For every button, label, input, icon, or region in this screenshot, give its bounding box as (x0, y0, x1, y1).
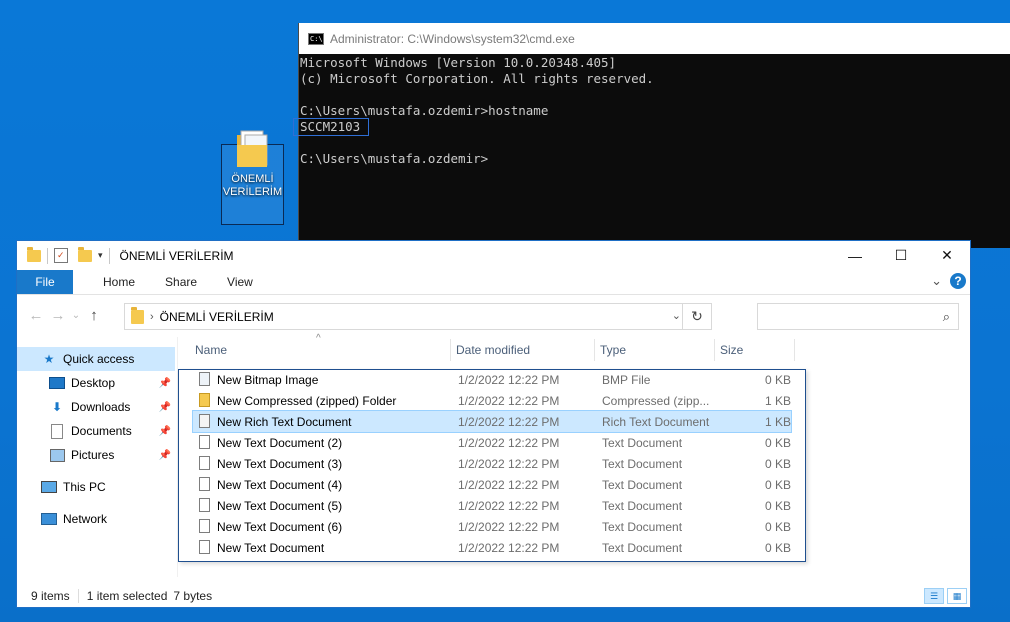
window-title: ÖNEMLİ VERİLERİM (119, 248, 234, 263)
file-row[interactable]: New Bitmap Image 1/2/2022 12:22 PM BMP F… (193, 369, 791, 390)
minimize-button[interactable]: — (832, 241, 878, 270)
status-selection: 1 item selected (86, 589, 168, 603)
console-output-hostname: SCCM2103 (292, 118, 370, 136)
tab-home[interactable]: Home (103, 275, 135, 289)
recent-locations-button[interactable]: ⌄ (69, 310, 83, 321)
file-list: ^ Name Date modified Type Size New Bitma… (177, 333, 971, 577)
status-item-count: 9 items (31, 589, 70, 603)
ribbon-tabs: File Home Share View ⌄ ? (17, 270, 970, 295)
pin-icon: 📌 (158, 401, 171, 413)
cmd-title: Administrator: C:\Windows\system32\cmd.e… (330, 31, 575, 46)
star-icon: ★ (43, 352, 55, 366)
address-row: ← → ⌄ ↑ › ÖNEMLİ VERİLERİM ⌄ ↻ ⌕ (17, 295, 970, 335)
file-rows-container: New Bitmap Image 1/2/2022 12:22 PM BMP F… (178, 369, 806, 562)
explorer-window[interactable]: ✓ ▾ ÖNEMLİ VERİLERİM — ☐ ✕ File Home Sha… (16, 240, 971, 608)
network-icon (41, 512, 57, 526)
folder-icon (131, 306, 144, 324)
pc-icon (41, 480, 57, 494)
documents-icon (49, 423, 65, 439)
search-input[interactable]: ⌕ (757, 303, 959, 330)
file-row[interactable]: New Text Document (6) 1/2/2022 12:22 PM … (193, 516, 791, 537)
desktop-folder-label: ÖNEMLİ VERİLERİM (222, 173, 283, 198)
file-row[interactable]: New Text Document 1/2/2022 12:22 PM Text… (193, 537, 791, 558)
rich-text-file-icon (199, 414, 210, 428)
text-file-icon (199, 456, 210, 470)
column-name[interactable]: Name (195, 343, 227, 357)
new-folder-icon[interactable] (78, 246, 92, 262)
tab-share[interactable]: Share (165, 275, 197, 289)
refresh-button[interactable]: ↻ (682, 304, 711, 329)
cmd-titlebar[interactable]: C:\ Administrator: C:\Windows\system32\c… (299, 23, 1010, 54)
text-file-icon (199, 435, 210, 449)
console-line: Microsoft Windows [Version 10.0.20348.40… (300, 55, 617, 70)
back-button[interactable]: ← (25, 307, 47, 324)
bitmap-file-icon (199, 372, 210, 386)
navigation-pane: ★ Quick access Desktop 📌 ⬇ Downloads 📌 D… (17, 347, 175, 577)
address-dropdown-icon[interactable]: ⌄ (672, 309, 681, 322)
cmd-icon: C:\ (308, 32, 324, 45)
maximize-button[interactable]: ☐ (878, 241, 924, 270)
sidebar-item-downloads[interactable]: ⬇ Downloads 📌 (17, 395, 175, 419)
status-bar: 9 items 1 item selected 7 bytes ☰ ▦ (17, 585, 970, 607)
tab-file[interactable]: File (17, 270, 73, 294)
file-row[interactable]: New Compressed (zipped) Folder 1/2/2022 … (193, 390, 791, 411)
sidebar-item-desktop[interactable]: Desktop 📌 (17, 371, 175, 395)
large-icons-view-button[interactable]: ▦ (947, 588, 967, 604)
address-bar[interactable]: › ÖNEMLİ VERİLERİM ⌄ ↻ (124, 303, 712, 330)
sidebar-item-pictures[interactable]: Pictures 📌 (17, 443, 175, 467)
sidebar-item-this-pc[interactable]: This PC (17, 475, 175, 499)
sort-ascending-icon: ^ (316, 333, 321, 344)
text-file-icon (199, 498, 210, 512)
column-size[interactable]: Size (720, 343, 743, 357)
pin-icon: 📌 (158, 425, 171, 437)
zip-folder-icon (199, 393, 210, 407)
column-headers: ^ Name Date modified Type Size (178, 333, 971, 362)
text-file-icon (199, 519, 210, 533)
file-row[interactable]: New Text Document (2) 1/2/2022 12:22 PM … (193, 432, 791, 453)
sidebar-item-quick-access[interactable]: ★ Quick access (17, 347, 175, 371)
console-prompt: C:\Users\mustafa.ozdemir> (300, 151, 489, 166)
search-icon: ⌕ (942, 309, 950, 324)
breadcrumb-chevron[interactable]: › (150, 311, 154, 323)
text-file-icon (199, 477, 210, 491)
qat-dropdown-icon[interactable]: ▾ (98, 250, 103, 261)
column-type[interactable]: Type (600, 343, 626, 357)
sidebar-item-documents[interactable]: Documents 📌 (17, 419, 175, 443)
file-row[interactable]: New Text Document (4) 1/2/2022 12:22 PM … (193, 474, 791, 495)
help-icon[interactable]: ? (950, 273, 966, 289)
file-row-selected[interactable]: New Rich Text Document 1/2/2022 12:22 PM… (192, 410, 792, 433)
forward-button[interactable]: → (47, 307, 69, 324)
details-view-button[interactable]: ☰ (924, 588, 944, 604)
column-date-modified[interactable]: Date modified (456, 343, 530, 357)
breadcrumb-current[interactable]: ÖNEMLİ VERİLERİM (160, 310, 274, 324)
desktop-folder-icon[interactable]: ÖNEMLİ VERİLERİM (221, 130, 284, 225)
title-bar[interactable]: ✓ ▾ ÖNEMLİ VERİLERİM — ☐ ✕ (17, 241, 970, 270)
cmd-window[interactable]: C:\ Administrator: C:\Windows\system32\c… (292, 23, 1010, 248)
desktop-icon (49, 376, 65, 390)
close-button[interactable]: ✕ (924, 241, 970, 270)
expand-ribbon-icon[interactable]: ⌄ (931, 273, 942, 289)
properties-icon[interactable]: ✓ (54, 248, 68, 263)
pin-icon: 📌 (158, 377, 171, 389)
text-file-icon (199, 540, 210, 554)
pin-icon: 📌 (158, 449, 171, 461)
status-bytes: 7 bytes (173, 589, 213, 603)
pictures-icon (49, 448, 65, 462)
cmd-console[interactable]: Microsoft Windows [Version 10.0.20348.40… (292, 54, 1010, 167)
console-line: C:\Users\mustafa.ozdemir>hostname (300, 103, 549, 118)
file-row[interactable]: New Text Document (3) 1/2/2022 12:22 PM … (193, 453, 791, 474)
sidebar-item-network[interactable]: Network (17, 507, 175, 531)
tab-view[interactable]: View (227, 275, 253, 289)
folder-icon (235, 125, 271, 171)
file-row[interactable]: New Text Document (5) 1/2/2022 12:22 PM … (193, 495, 791, 516)
download-icon: ⬇ (51, 400, 63, 414)
up-button[interactable]: ↑ (83, 307, 105, 324)
console-line: (c) Microsoft Corporation. All rights re… (300, 71, 654, 86)
folder-icon (27, 246, 41, 262)
